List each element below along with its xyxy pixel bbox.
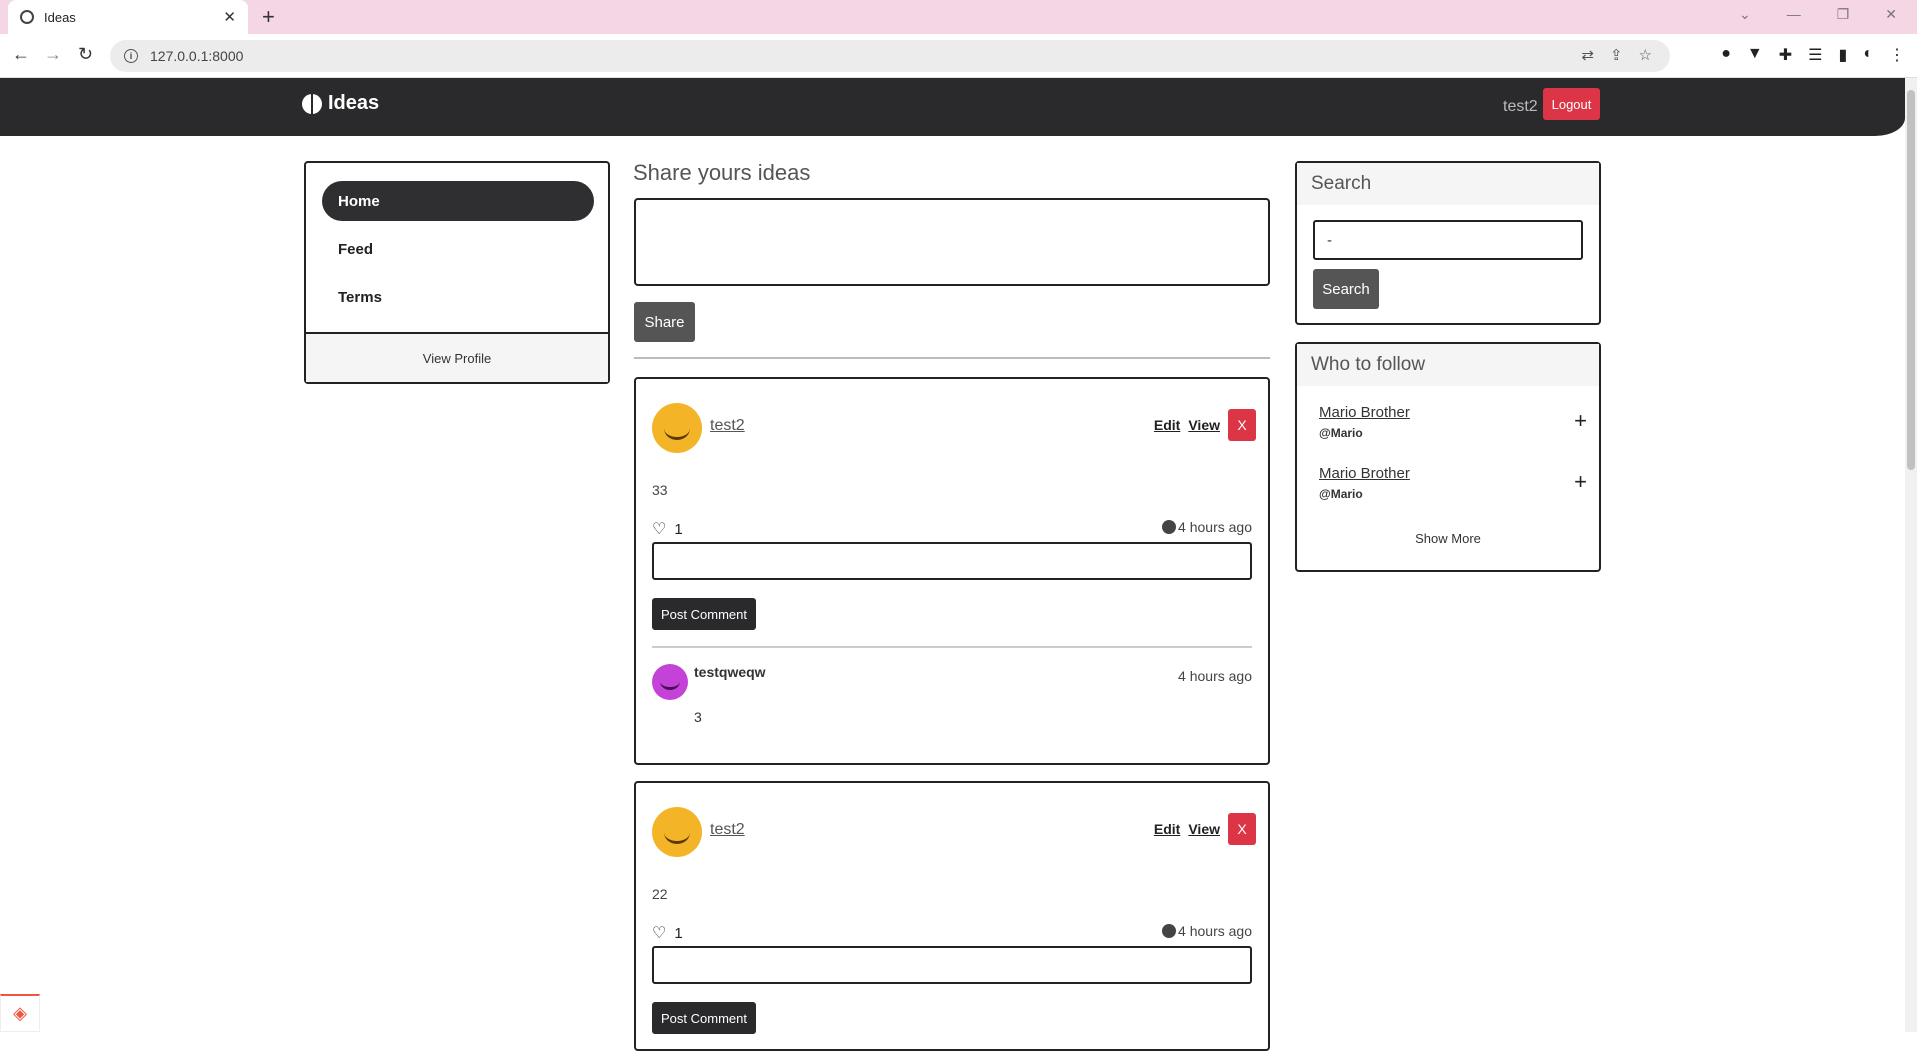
view-link[interactable]: View xyxy=(1188,821,1220,837)
restore-icon[interactable]: ❐ xyxy=(1837,6,1850,23)
view-profile-link[interactable]: View Profile xyxy=(306,332,608,382)
view-link[interactable]: View xyxy=(1188,417,1220,433)
side-panel-icon[interactable]: ▮ xyxy=(1839,45,1848,65)
address-bar[interactable]: i 127.0.0.1:8000 ⇄ ⇪ ☆ xyxy=(110,40,1670,72)
share-idea-textarea[interactable] xyxy=(634,198,1270,286)
browser-tab-strip: Ideas ✕ + ⌄ — ❐ ✕ xyxy=(0,0,1917,34)
post-time-text: 4 hours ago xyxy=(1178,519,1252,535)
avatar xyxy=(652,807,702,857)
idea-card: test2 Edit View X 33 ♡ 1 4 hours ago Pos… xyxy=(634,377,1270,765)
like-button[interactable]: ♡ 1 xyxy=(652,519,683,539)
edit-link[interactable]: Edit xyxy=(1154,821,1180,837)
post-username[interactable]: test2 xyxy=(710,417,745,435)
delete-button[interactable]: X xyxy=(1228,409,1256,441)
heart-icon: ♡ xyxy=(652,521,667,538)
search-input[interactable]: - xyxy=(1313,220,1583,260)
follow-plus-icon[interactable]: + xyxy=(1574,408,1587,434)
post-username[interactable]: test2 xyxy=(710,821,745,839)
follow-suggestion: Mario Brother @Mario + xyxy=(1319,465,1589,509)
laravel-debugbar-icon[interactable]: ◈ xyxy=(0,994,40,1032)
follow-name-link[interactable]: Mario Brother xyxy=(1319,404,1410,421)
show-more-link[interactable]: Show More xyxy=(1297,531,1599,546)
browser-toolbar: ← → ↻ i 127.0.0.1:8000 ⇄ ⇪ ☆ ● ▼ ✚ ☰ ▮ ◐… xyxy=(0,34,1917,78)
like-count: 1 xyxy=(674,520,683,538)
sidebar-item-home[interactable]: Home xyxy=(322,181,594,221)
follow-plus-icon[interactable]: + xyxy=(1574,469,1587,495)
bookmark-star-icon[interactable]: ☆ xyxy=(1639,46,1652,64)
post-comment-button[interactable]: Post Comment xyxy=(652,598,756,630)
search-button[interactable]: Search xyxy=(1313,269,1379,309)
edit-link[interactable]: Edit xyxy=(1154,417,1180,433)
extension-check-icon[interactable]: ● xyxy=(1721,45,1731,65)
post-comment-button[interactable]: Post Comment xyxy=(652,1002,756,1034)
site-info-icon[interactable]: i xyxy=(124,49,138,63)
url-text: 127.0.0.1:8000 xyxy=(150,48,244,64)
share-icon[interactable]: ⇪ xyxy=(1610,46,1623,64)
idea-card: test2 Edit View X 22 ♡ 1 4 hours ago Pos… xyxy=(634,781,1270,1051)
logout-button[interactable]: Logout xyxy=(1543,88,1600,120)
comment-avatar xyxy=(652,664,688,700)
new-tab-icon[interactable]: + xyxy=(262,4,275,30)
follow-handle: @Mario xyxy=(1319,426,1363,440)
extension-v-icon[interactable]: ▼ xyxy=(1747,45,1763,65)
like-button[interactable]: ♡ 1 xyxy=(652,923,683,943)
back-icon[interactable]: ← xyxy=(12,44,30,65)
comment-username: testqweqw xyxy=(694,664,766,680)
profile-icon[interactable]: ◐ xyxy=(1863,45,1873,65)
heart-icon: ♡ xyxy=(652,925,667,942)
close-tab-icon[interactable]: ✕ xyxy=(223,8,236,26)
extensions-puzzle-icon[interactable]: ✚ xyxy=(1779,45,1792,65)
brain-icon xyxy=(302,93,322,114)
follow-suggestion: Mario Brother @Mario + xyxy=(1319,404,1589,448)
comment-input[interactable] xyxy=(652,542,1252,580)
translate-icon[interactable]: ⇄ xyxy=(1581,46,1594,64)
post-content: 33 xyxy=(652,482,668,498)
post-content: 22 xyxy=(652,886,668,902)
search-panel-title: Search xyxy=(1297,163,1599,205)
scrollbar-thumb[interactable] xyxy=(1907,90,1915,470)
post-time: 4 hours ago xyxy=(1162,519,1252,535)
brand-name: Ideas xyxy=(328,92,380,114)
page-scrollbar[interactable] xyxy=(1905,78,1917,1032)
search-panel: Search - Search xyxy=(1295,161,1601,325)
reading-list-icon[interactable]: ☰ xyxy=(1808,45,1822,65)
sidebar-item-feed[interactable]: Feed xyxy=(322,229,594,269)
follow-name-link[interactable]: Mario Brother xyxy=(1319,465,1410,482)
comment-time: 4 hours ago xyxy=(1178,668,1252,684)
divider xyxy=(634,357,1270,359)
minimize-icon[interactable]: — xyxy=(1787,6,1801,23)
browser-tab[interactable]: Ideas ✕ xyxy=(8,0,248,34)
globe-icon xyxy=(20,10,34,24)
post-time: 4 hours ago xyxy=(1162,923,1252,939)
who-to-follow-title: Who to follow xyxy=(1297,344,1599,386)
comment-text: 3 xyxy=(694,709,702,725)
menu-kebab-icon[interactable]: ⋮ xyxy=(1889,45,1905,65)
clock-icon xyxy=(1162,924,1177,938)
like-count: 1 xyxy=(674,924,683,942)
delete-button[interactable]: X xyxy=(1228,813,1256,845)
window-close-icon[interactable]: ✕ xyxy=(1885,6,1897,23)
forward-icon[interactable]: → xyxy=(44,44,62,65)
share-title: Share yours ideas xyxy=(633,160,811,185)
sidebar-item-terms[interactable]: Terms xyxy=(322,277,594,317)
avatar xyxy=(652,403,702,453)
share-button[interactable]: Share xyxy=(634,302,695,342)
who-to-follow-panel: Who to follow Mario Brother @Mario + Mar… xyxy=(1295,342,1601,572)
post-time-text: 4 hours ago xyxy=(1178,923,1252,939)
navbar-username[interactable]: test2 xyxy=(1503,98,1538,116)
follow-handle: @Mario xyxy=(1319,487,1363,501)
comment-divider xyxy=(652,646,1252,648)
clock-icon xyxy=(1162,520,1177,534)
comment-input[interactable] xyxy=(652,946,1252,984)
sidebar: Home Feed Terms View Profile xyxy=(304,161,610,384)
reload-icon[interactable]: ↻ xyxy=(78,44,93,65)
site-navbar: Ideas test2 xyxy=(0,78,1905,136)
brand-logo[interactable]: Ideas xyxy=(302,92,379,115)
tab-title: Ideas xyxy=(44,9,76,25)
tab-search-icon[interactable]: ⌄ xyxy=(1739,6,1751,23)
